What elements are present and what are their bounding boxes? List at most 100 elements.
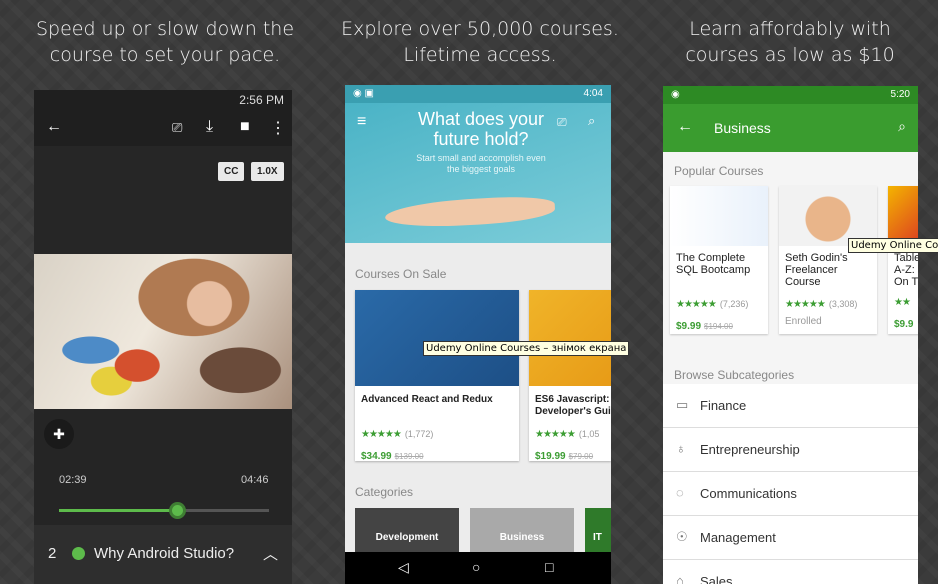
course-thumbnail <box>355 290 519 386</box>
more-vert-icon[interactable]: ⋮ <box>270 118 286 138</box>
bookmark-icon[interactable]: ■ <box>240 118 250 136</box>
course-old-price: $194.00 <box>704 322 733 331</box>
rating-stars: ★★★★★ <box>676 299 717 310</box>
search-icon[interactable]: ⌕ <box>898 118 906 135</box>
chevron-up-icon[interactable]: ︿ <box>263 543 278 564</box>
subcategory-label: Finance <box>700 398 747 413</box>
add-bookmark-icon[interactable]: ✚ <box>44 419 74 449</box>
hero-banner[interactable]: ≡ ⎚ ⌕ What does your future hold? Start … <box>345 103 611 243</box>
caption-right: Learn affordably with courses as low as … <box>685 18 895 66</box>
total-duration: 04:46 <box>241 474 269 486</box>
enrolled-label: Enrolled <box>785 316 822 327</box>
seek-bar-progress <box>59 509 177 512</box>
hero-hand-image <box>384 194 556 230</box>
status-bar: ◉ ▣ 4:04 <box>345 85 611 103</box>
status-time: 5:20 <box>890 89 910 100</box>
status-time: 4:04 <box>583 88 603 99</box>
menu-icon[interactable]: ≡ <box>357 113 366 131</box>
course-title: Advanced React and Redux <box>361 394 493 405</box>
status-time: 2:56 PM <box>239 93 284 107</box>
tooltip-middle: Udemy Online Courses – знімок екрана <box>423 341 630 356</box>
elapsed-time: 02:39 <box>59 474 87 486</box>
status-bar: 2:56 PM <box>34 90 292 110</box>
category-tile[interactable]: Business <box>470 508 574 554</box>
course-card[interactable]: Seth Godin's Freelancer Course ★★★★★ (3,3… <box>779 186 877 334</box>
video-area[interactable]: CC 1.0X <box>34 146 292 254</box>
subcategory-sales[interactable]: ⌂ Sales <box>663 560 918 584</box>
nav-back-icon[interactable]: ◁ <box>398 559 409 576</box>
course-thumbnail <box>670 186 768 246</box>
video-frame[interactable] <box>34 254 292 409</box>
subcategory-entrepreneurship[interactable]: ♁ Entrepreneurship <box>663 428 918 472</box>
handshake-icon: ☉ <box>676 529 688 544</box>
phone-explore: ◉ ▣ 4:04 ≡ ⎚ ⌕ What does your future hol… <box>345 85 611 584</box>
nav-recents-icon[interactable]: □ <box>545 559 553 575</box>
rating-count: (1,05 <box>578 429 600 439</box>
back-arrow-icon[interactable]: ← <box>46 118 62 136</box>
caption-left: Speed up or slow down the course to set … <box>35 18 295 66</box>
course-title: ES6 Javascript: T Developer's Guid <box>535 394 611 417</box>
course-old-price: $79.00 <box>568 452 594 461</box>
rating-count: (3,308) <box>828 299 858 309</box>
subcategory-label: Sales <box>700 574 733 584</box>
rating-count: (7,236) <box>719 299 749 309</box>
cast-icon[interactable]: ⎚ <box>557 115 567 130</box>
lesson-status-dot <box>72 547 85 560</box>
captions-button[interactable]: CC <box>218 162 245 181</box>
chat-icon: ◌ <box>676 485 684 500</box>
nav-home-icon[interactable]: ○ <box>472 559 480 575</box>
speed-button[interactable]: 1.0X <box>251 162 284 181</box>
hero-title: What does your future hold? <box>417 109 545 149</box>
phone-video-player: 2:56 PM ← ⎚ ⤓ ■ ⋮ CC 1.0X ✚ 02:39 04:46 … <box>34 90 292 584</box>
search-icon[interactable]: ⌕ <box>588 113 595 129</box>
download-icon[interactable]: ⤓ <box>206 118 213 136</box>
rating-stars: ★★★★★ <box>361 429 402 440</box>
app-bar: ← Business ⌕ <box>663 104 918 152</box>
android-nav-bar: ◁ ○ □ <box>345 552 611 584</box>
player-controls: ✚ 02:39 04:46 <box>34 409 292 525</box>
course-price: $34.99 <box>361 451 392 461</box>
subcategory-label: Communications <box>700 486 797 501</box>
rating-stars: ★★★★★ <box>535 429 576 440</box>
rating-count: (1,772) <box>404 429 434 439</box>
section-popular-courses: Popular Courses <box>674 164 764 178</box>
subcategory-label: Entrepreneurship <box>700 442 800 457</box>
lesson-number: 2 <box>48 545 57 562</box>
seek-handle[interactable] <box>168 502 186 519</box>
lesson-title: Why Android Studio? <box>94 545 235 562</box>
notification-icon: ◉ ▣ <box>353 88 374 99</box>
subcategory-management[interactable]: ☉ Management <box>663 516 918 560</box>
rating-stars: ★★★★★ <box>785 299 826 310</box>
wallet-icon: ▭ <box>676 397 689 412</box>
lesson-row[interactable]: 2 Why Android Studio? ︿ <box>34 525 292 584</box>
rating-stars: ★★ <box>894 297 911 308</box>
course-thumbnail <box>529 290 611 386</box>
course-card[interactable]: ES6 Javascript: T Developer's Guid ★★★★★… <box>529 290 611 461</box>
subcategory-label: Management <box>700 530 776 545</box>
course-card[interactable]: Table A-Z: On T ★★ $9.9 <box>888 186 918 334</box>
subcategory-finance[interactable]: ▭ Finance <box>663 384 918 428</box>
category-tile[interactable]: Development <box>355 508 459 554</box>
course-thumbnail <box>888 186 918 246</box>
hero-subtitle: Start small and accomplish even the bigg… <box>416 153 546 174</box>
back-arrow-icon[interactable]: ← <box>677 118 693 136</box>
tooltip-right: Udemy Online Courses <box>848 238 938 253</box>
player-toolbar: ← ⎚ ⤓ ■ ⋮ <box>34 110 292 146</box>
subcategory-communications[interactable]: ◌ Communications <box>663 472 918 516</box>
section-courses-on-sale: Courses On Sale <box>355 267 447 281</box>
course-card[interactable]: Advanced React and Redux ★★★★★ (1,772) $3… <box>355 290 519 461</box>
status-bar: ◉ 5:20 <box>663 86 918 104</box>
course-title: The Complete SQL Bootcamp <box>676 252 751 276</box>
course-price: $9.9 <box>894 319 914 330</box>
course-price: $19.99 <box>535 451 566 461</box>
seek-bar[interactable] <box>59 502 269 519</box>
category-tile[interactable]: IT <box>585 508 611 554</box>
course-old-price: $139.00 <box>394 452 424 461</box>
app-status-icon: ◉ <box>671 89 680 100</box>
course-thumbnail <box>779 186 877 246</box>
phone-business: ◉ 5:20 ← Business ⌕ Popular Courses The … <box>663 86 918 584</box>
cast-icon[interactable]: ⎚ <box>172 120 182 136</box>
course-card[interactable]: The Complete SQL Bootcamp ★★★★★ (7,236) $… <box>670 186 768 334</box>
course-price: $9.99 <box>676 321 702 332</box>
lightbulb-icon: ♁ <box>676 441 686 456</box>
